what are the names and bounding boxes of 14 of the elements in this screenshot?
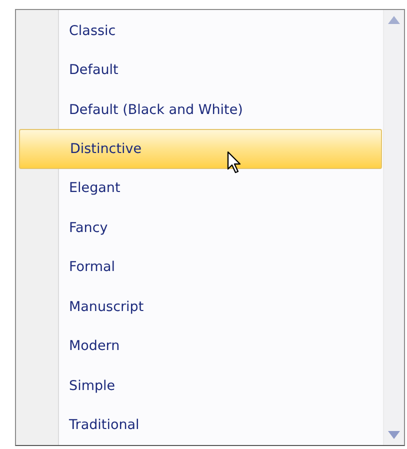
menu-item[interactable]: Manuscript xyxy=(59,287,383,327)
menu-item[interactable]: Simple xyxy=(59,366,383,406)
menu-item[interactable]: Modern xyxy=(59,326,383,366)
scroll-down-icon[interactable] xyxy=(388,431,400,439)
menu-item[interactable]: Classic xyxy=(59,11,383,50)
menu-item[interactable]: Default (Black and White) xyxy=(59,90,383,130)
menu-item[interactable]: Default xyxy=(59,50,383,90)
menu-item[interactable]: Traditional xyxy=(59,406,383,445)
menu-item[interactable]: Fancy xyxy=(59,208,383,248)
mouse-pointer-icon xyxy=(227,150,243,174)
menu-item[interactable]: Formal xyxy=(59,248,383,288)
scroll-up-icon[interactable] xyxy=(388,16,400,24)
menu-item[interactable]: Distinctive xyxy=(19,129,382,169)
menu-item[interactable]: Elegant xyxy=(59,168,383,208)
